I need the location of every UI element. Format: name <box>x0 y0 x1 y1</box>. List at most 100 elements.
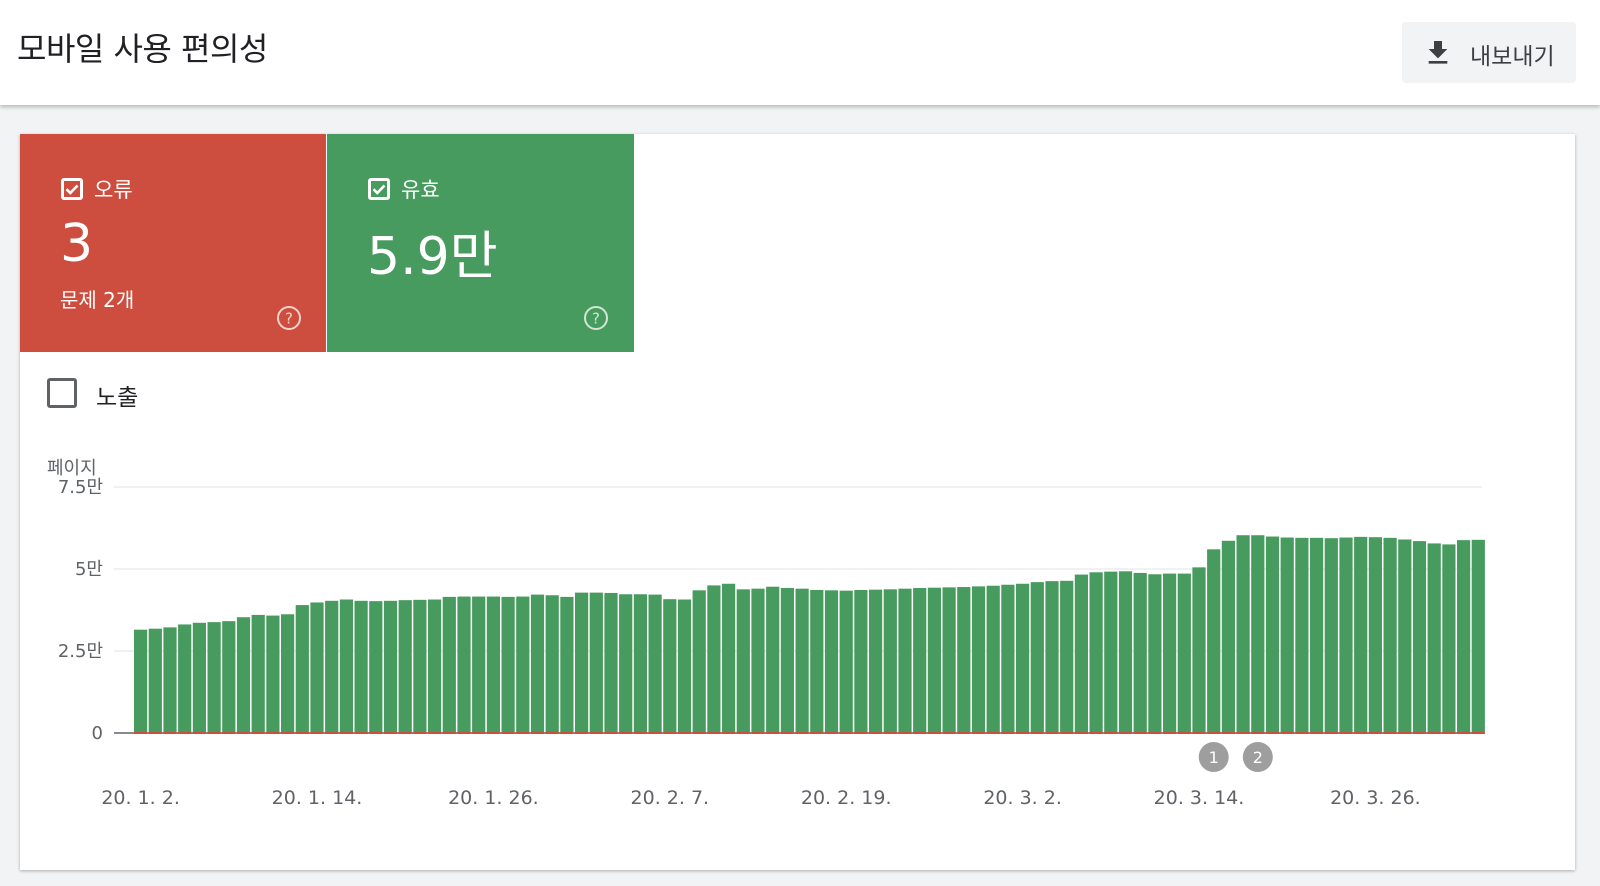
bar-valid <box>486 596 500 733</box>
bar-error <box>589 732 603 734</box>
bar-error <box>501 732 515 734</box>
bar-valid <box>1295 537 1309 733</box>
bar-error <box>236 732 251 734</box>
bar-error <box>163 732 177 734</box>
bar-error <box>472 732 486 734</box>
bar-error <box>1236 732 1250 734</box>
bar-error <box>383 732 398 734</box>
bar-error <box>869 732 883 734</box>
bar-error <box>1001 732 1015 734</box>
bar-error <box>134 732 148 734</box>
bar-error <box>266 732 280 734</box>
bar-valid <box>192 622 206 733</box>
bar-error <box>1148 732 1162 734</box>
export-label: 내보내기 <box>1470 44 1555 70</box>
bar-error <box>1324 732 1338 734</box>
bar-valid <box>472 596 486 733</box>
bar-valid <box>751 588 765 733</box>
bar-valid <box>1457 540 1471 733</box>
bar-error <box>530 732 545 734</box>
bar-error <box>1045 732 1059 734</box>
bar-error <box>369 732 383 734</box>
bar-valid <box>222 621 236 733</box>
x-tick-label: 20. 1. 26. <box>448 787 539 809</box>
bar-valid <box>1442 544 1456 733</box>
bar-valid <box>1163 573 1177 733</box>
page-title: 모바일 사용 편의성 <box>17 30 268 68</box>
bar-error <box>692 732 706 734</box>
bar-valid <box>839 590 853 733</box>
bar-error <box>178 732 192 734</box>
bar-error <box>707 732 721 734</box>
bar-error <box>1427 732 1441 734</box>
bar-valid <box>207 622 221 733</box>
bar-error <box>516 732 530 734</box>
bar-valid <box>824 590 839 733</box>
bar-error <box>310 732 324 734</box>
bar-error <box>325 732 339 734</box>
y-tick-label: 2.5만 <box>58 641 103 662</box>
bar-valid <box>633 594 647 733</box>
bar-error <box>942 732 956 734</box>
bar-valid <box>810 589 824 733</box>
bar-error <box>1280 732 1294 734</box>
bar-error <box>824 732 839 734</box>
pages-chart: 0 2.5만 5만 7.5만 20. 1. 2. 20. 1. 14. 20. 1. 26.… <box>58 477 1485 809</box>
bar-valid <box>545 595 559 733</box>
bar-error <box>1368 732 1382 734</box>
bar-valid <box>1045 581 1059 733</box>
bar-valid <box>913 588 927 733</box>
bar-valid <box>501 596 515 733</box>
bar-error <box>1163 732 1177 734</box>
bar-error <box>604 732 618 734</box>
bar-valid <box>398 600 412 733</box>
bar-error <box>281 732 295 734</box>
tile-valid-value: 5.9만 <box>367 227 498 287</box>
bar-valid <box>677 599 692 733</box>
bar-valid <box>648 594 662 733</box>
bar-valid <box>1016 583 1030 733</box>
bar-error <box>839 732 853 734</box>
bar-valid <box>1412 541 1427 733</box>
bar-error <box>633 732 647 734</box>
bar-valid <box>1060 580 1074 733</box>
tile-valid-label: 유효 <box>401 178 440 202</box>
bar-valid <box>1280 537 1294 733</box>
bar-valid <box>1310 537 1324 733</box>
checkbox-checked-icon <box>61 178 83 200</box>
x-tick-label: 20. 3. 26. <box>1330 787 1421 809</box>
help-icon[interactable]: ? <box>276 305 302 331</box>
tile-valid[interactable]: 유효 5.9만 ? <box>327 134 634 352</box>
tile-error[interactable]: 오류 3 문제 2개 ? <box>20 134 326 352</box>
bar-error <box>222 732 236 734</box>
bar-valid <box>780 588 794 733</box>
bar-valid <box>1001 584 1015 733</box>
bar-valid <box>266 615 280 733</box>
bar-valid <box>957 587 971 733</box>
impressions-checkbox[interactable] <box>47 378 77 408</box>
bar-error <box>1104 732 1118 734</box>
bar-error <box>648 732 662 734</box>
tile-error-label: 오류 <box>94 178 133 202</box>
header: 모바일 사용 편의성 내보내기 <box>0 0 1600 105</box>
bar-valid <box>1118 571 1133 733</box>
svg-text:?: ? <box>285 310 293 328</box>
bar-error <box>413 732 427 734</box>
bar-valid <box>942 587 956 733</box>
bar-valid <box>383 600 398 733</box>
bar-error <box>1060 732 1074 734</box>
bar-valid <box>1089 572 1103 733</box>
bar-error <box>736 732 750 734</box>
bar-error <box>795 732 809 734</box>
bar-error <box>486 732 500 734</box>
y-tick-label: 5만 <box>75 559 103 580</box>
bar-valid <box>339 599 353 733</box>
export-button[interactable]: 내보내기 <box>1402 22 1576 83</box>
bar-error <box>457 732 471 734</box>
bar-valid <box>1236 535 1250 733</box>
bar-valid <box>1148 574 1162 733</box>
bar-valid <box>663 599 677 733</box>
y-tick-label: 0 <box>92 723 103 744</box>
help-icon[interactable]: ? <box>583 305 609 331</box>
bar-error <box>148 732 162 734</box>
